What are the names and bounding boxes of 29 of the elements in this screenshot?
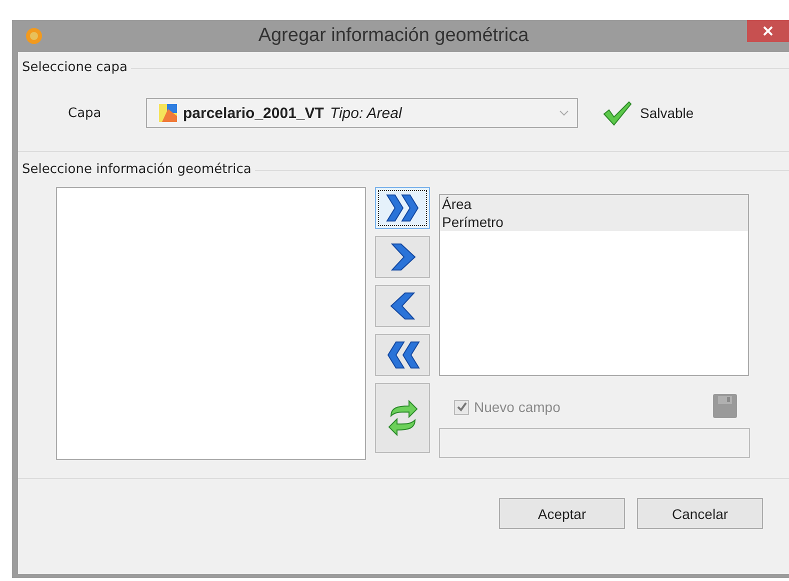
layer-label: Capa [68, 106, 102, 120]
chevron-left-icon [388, 291, 418, 321]
globe-icon [24, 26, 44, 46]
close-button[interactable] [747, 20, 789, 42]
close-icon [762, 25, 774, 37]
refresh-button[interactable] [375, 383, 430, 453]
checkmark-icon [456, 401, 468, 413]
status-label: Salvable [640, 105, 694, 121]
list-item[interactable]: Perímetro [440, 213, 748, 231]
polygon-layer-icon [159, 104, 177, 122]
refresh-arrows-icon [386, 398, 418, 438]
remove-button[interactable] [375, 285, 430, 327]
accept-button[interactable]: Aceptar [499, 498, 625, 529]
cancel-button[interactable]: Cancelar [637, 498, 763, 529]
section-title: Seleccione capa [22, 60, 128, 75]
section-title: Seleccione información geométrica [22, 162, 252, 177]
field-name-input[interactable] [439, 428, 750, 458]
add-button[interactable] [375, 236, 430, 278]
chevron-down-icon [559, 110, 569, 116]
list-item[interactable]: Área [440, 195, 748, 213]
add-all-button[interactable] [375, 187, 430, 229]
double-chevron-right-icon [384, 193, 420, 223]
window-title: Agregar información geométrica [257, 25, 530, 47]
double-chevron-left-icon [384, 340, 420, 370]
save-button[interactable] [713, 394, 737, 420]
remove-all-button[interactable] [375, 334, 430, 376]
layer-dropdown[interactable]: parcelario_2001_VT Tipo: Areal [146, 98, 578, 128]
selected-list[interactable]: Área Perímetro [439, 194, 749, 376]
checkmark-icon [602, 100, 632, 126]
